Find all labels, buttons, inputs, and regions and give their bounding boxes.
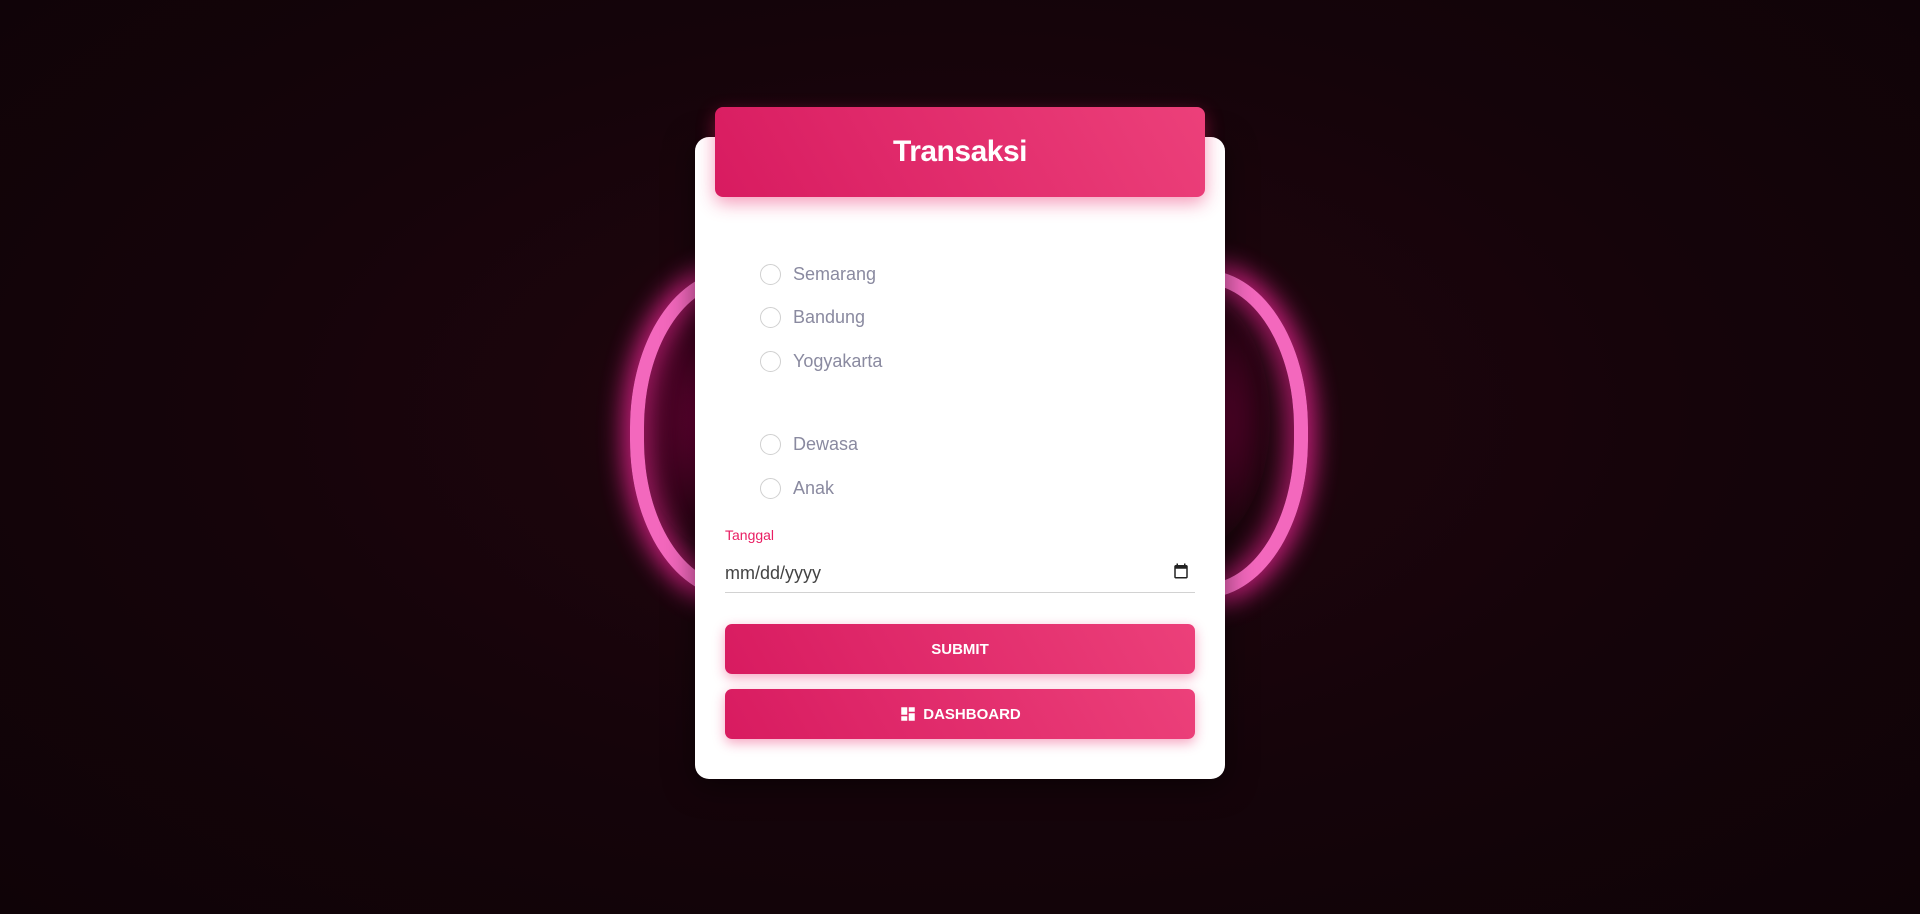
radio-button[interactable] — [760, 350, 781, 372]
card-header: Transaksi — [715, 107, 1205, 197]
radio-label: Semarang — [793, 263, 877, 284]
radio-option-bandung[interactable]: Bandung — [760, 304, 865, 330]
radio-option-dewasa[interactable]: Dewasa — [760, 431, 858, 457]
date-input-value: mm/dd/yyyy — [725, 562, 822, 583]
radio-option-semarang[interactable]: Semarang — [760, 261, 876, 287]
radio-option-yogyakarta[interactable]: Yogyakarta — [760, 348, 882, 374]
radio-label: Yogyakarta — [793, 350, 883, 371]
radio-option-anak[interactable]: Anak — [760, 475, 834, 501]
radio-label: Bandung — [793, 306, 866, 327]
dashboard-icon — [901, 707, 915, 721]
radio-button[interactable] — [760, 477, 781, 499]
submit-button[interactable]: SUBMIT — [725, 624, 1195, 674]
submit-button-label: SUBMIT — [931, 640, 989, 658]
dashboard-button[interactable]: DASHBOARD — [725, 689, 1195, 739]
date-field-label: Tanggal — [725, 527, 775, 543]
dashboard-button-label: DASHBOARD — [923, 705, 1021, 723]
radio-label: Dewasa — [793, 433, 859, 454]
date-input[interactable]: mm/dd/yyyy — [725, 554, 1195, 593]
radio-button[interactable] — [760, 433, 781, 455]
transaction-card — [695, 137, 1225, 779]
page-title: Transaksi — [893, 135, 1027, 168]
calendar-icon[interactable] — [1172, 562, 1190, 580]
radio-button[interactable] — [760, 306, 781, 328]
radio-label: Anak — [793, 477, 835, 498]
radio-button[interactable] — [760, 263, 781, 285]
